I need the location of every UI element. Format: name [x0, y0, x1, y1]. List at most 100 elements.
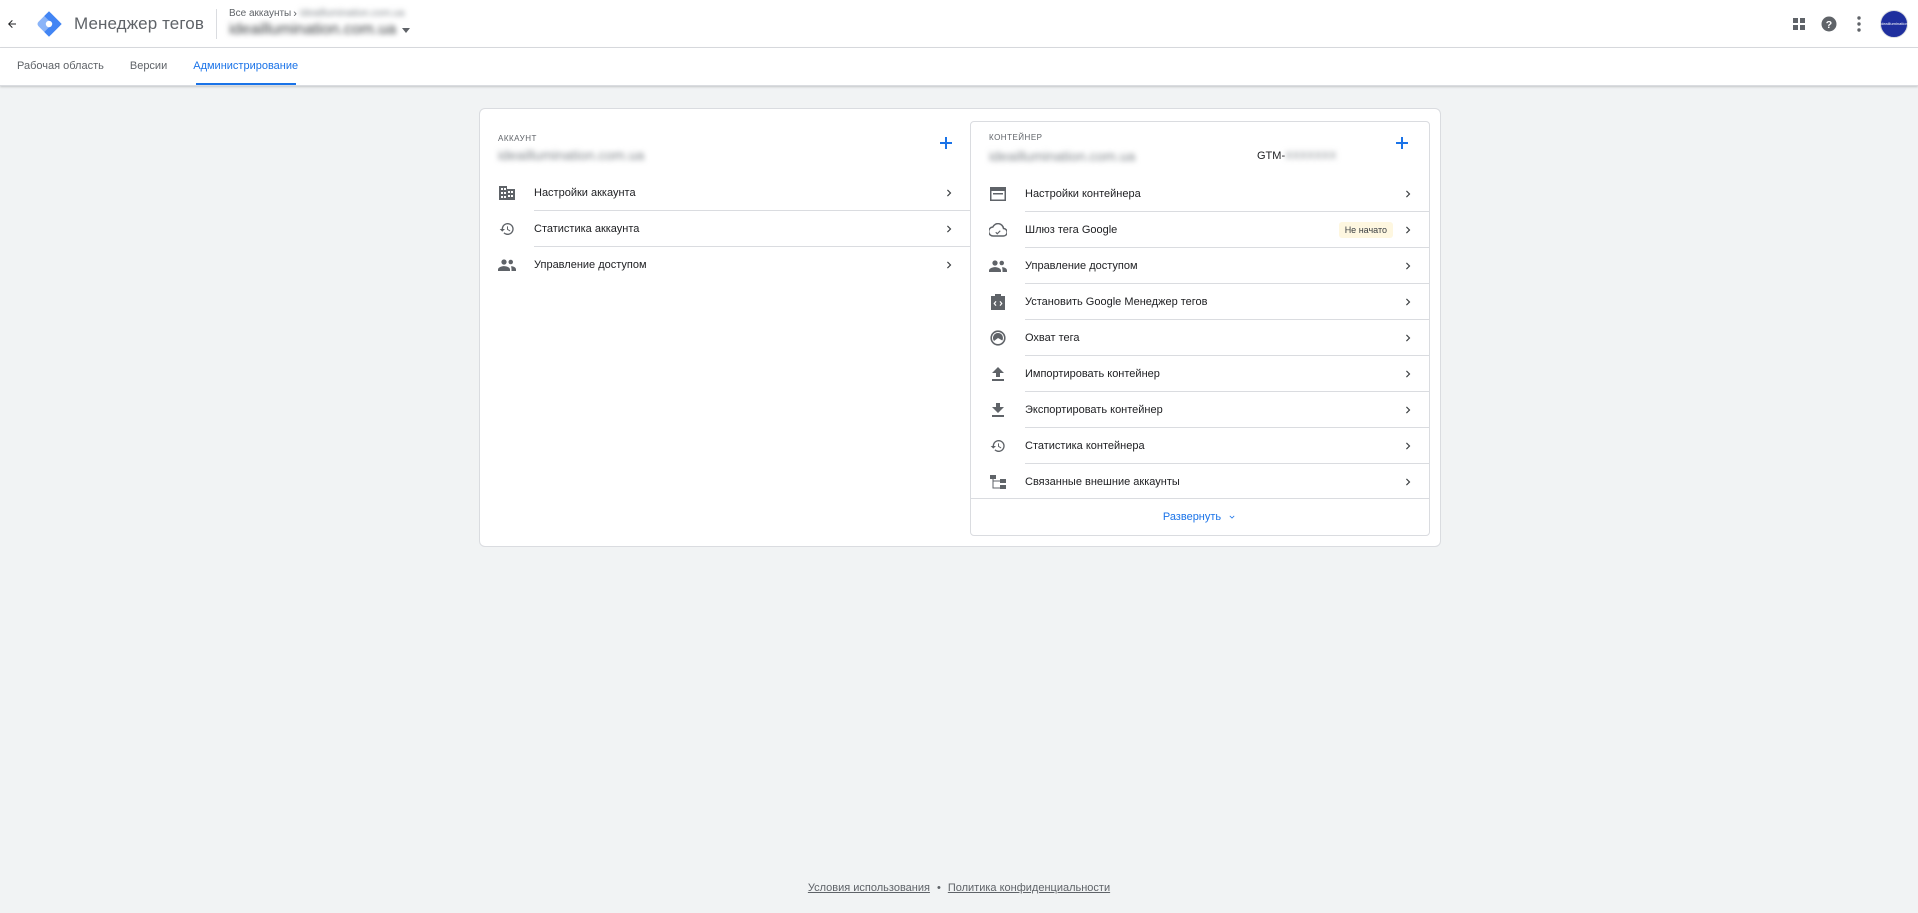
container-id: GTM- XXXXXXX [1257, 150, 1336, 162]
help-button[interactable]: ? [1814, 0, 1844, 48]
container-column-name: ideaillumination.com.ua [989, 148, 1136, 164]
tab-workspace[interactable]: Рабочая область [9, 47, 112, 85]
history-icon [989, 437, 1007, 455]
more-vert-icon [1857, 15, 1861, 32]
gtm-prefix: GTM- [1257, 150, 1286, 162]
row-label: Связанные внешние аккаунты [1025, 476, 1180, 488]
container-section-label: КОНТЕЙНЕР [989, 133, 1043, 142]
row-label: Настройки аккаунта [534, 187, 636, 199]
top-app-bar: Менеджер тегов Все аккаунты › ideaillumi… [0, 0, 1918, 48]
back-button[interactable] [0, 0, 24, 48]
more-options-button[interactable] [1844, 0, 1874, 48]
account-menu: Настройки аккаунта Статистика аккаунта У… [480, 175, 970, 283]
chevron-right-icon [1406, 298, 1411, 306]
google-tag-gateway-row[interactable]: Шлюз тега Google Не начато [971, 212, 1429, 248]
account-column: АККАУНТ ideaillumination.com.ua Настройк… [480, 109, 970, 546]
row-label: Экспортировать контейнер [1025, 404, 1163, 416]
account-settings-row[interactable]: Настройки аккаунта [480, 175, 970, 211]
row-label: Управление доступом [1025, 260, 1138, 272]
account-name: ideaillumination.com.ua [498, 147, 645, 163]
people-icon [989, 257, 1007, 275]
history-icon [498, 220, 516, 238]
dropdown-caret-icon [402, 27, 411, 33]
arrow-back-icon [8, 19, 16, 28]
container-menu: Настройки контейнера Шлюз тега Google Не… [971, 176, 1429, 500]
chevron-right-icon [1406, 190, 1411, 198]
add-container-button[interactable] [1392, 133, 1412, 153]
svg-text:?: ? [1826, 18, 1832, 30]
row-label: Управление доступом [534, 259, 647, 271]
gtm-id: XXXXXXX [1285, 150, 1337, 162]
row-label: Статистика аккаунта [534, 223, 640, 235]
container-name: ideaillumination.com.ua [228, 21, 397, 38]
container-column: КОНТЕЙНЕР ideaillumination.com.ua GTM- X… [970, 121, 1430, 536]
privacy-link[interactable]: Политика конфиденциальности [948, 882, 1110, 894]
row-label: Импортировать контейнер [1025, 368, 1160, 380]
breadcrumb-account-name: ideaillumination.com.ua [299, 8, 405, 19]
account-container-switcher[interactable]: Все аккаунты › ideaillumination.com.ua i… [228, 7, 411, 40]
building-icon [498, 184, 516, 202]
web-icon [989, 185, 1007, 203]
breadcrumb-all-accounts[interactable]: Все аккаунты [229, 8, 291, 19]
terms-link[interactable]: Условия использования [808, 882, 930, 894]
install-gtm-row[interactable]: Установить Google Менеджер тегов [971, 284, 1429, 320]
tree-icon [989, 473, 1007, 491]
container-header: КОНТЕЙНЕР ideaillumination.com.ua GTM- X… [971, 122, 1429, 172]
account-header: АККАУНТ ideaillumination.com.ua [480, 109, 970, 163]
chevron-right-icon [947, 225, 952, 233]
header-divider [215, 8, 217, 39]
chevron-right-icon [1406, 226, 1411, 234]
upload-icon [989, 365, 1007, 383]
add-account-button[interactable] [936, 133, 956, 153]
container-selector[interactable]: ideaillumination.com.ua [228, 20, 411, 40]
container-access-row[interactable]: Управление доступом [971, 248, 1429, 284]
row-label: Установить Google Менеджер тегов [1025, 296, 1208, 308]
tab-versions[interactable]: Версии [122, 47, 175, 85]
expand-button[interactable]: Развернуть [971, 498, 1429, 535]
chevron-right-icon [1406, 370, 1411, 378]
footer: Условия использования • Политика конфиде… [0, 882, 1918, 894]
chevron-right-icon: › [293, 7, 297, 20]
export-container-row[interactable]: Экспортировать контейнер [971, 392, 1429, 428]
expand-label: Развернуть [1162, 511, 1222, 523]
chevron-down-icon [1229, 515, 1235, 519]
account-section-label: АККАУНТ [498, 134, 537, 143]
product-name: Менеджер тегов [74, 13, 204, 33]
avatar-text: ideaillumination [1880, 21, 1908, 26]
plus-icon [1396, 137, 1408, 149]
account-activity-row[interactable]: Статистика аккаунта [480, 211, 970, 247]
linked-accounts-row[interactable]: Связанные внешние аккаунты [971, 464, 1429, 500]
container-settings-row[interactable]: Настройки контейнера [971, 176, 1429, 212]
tag-manager-logo [37, 10, 62, 37]
coverage-icon [989, 329, 1007, 347]
admin-card: АККАУНТ ideaillumination.com.ua Настройк… [479, 108, 1441, 547]
breadcrumb: Все аккаунты › ideaillumination.com.ua [229, 7, 410, 20]
chevron-right-icon [947, 189, 952, 197]
row-label: Статистика контейнера [1025, 440, 1145, 452]
chevron-right-icon [1406, 334, 1411, 342]
import-container-row[interactable]: Импортировать контейнер [971, 356, 1429, 392]
plus-icon [940, 137, 952, 149]
user-avatar[interactable]: ideaillumination [1880, 9, 1908, 38]
chevron-right-icon [1406, 262, 1411, 270]
row-label: Настройки контейнера [1025, 188, 1141, 200]
chevron-right-icon [947, 261, 952, 269]
status-badge: Не начато [1338, 222, 1393, 238]
top-actions: ? ideaillumination [1784, 0, 1918, 48]
container-activity-row[interactable]: Статистика контейнера [971, 428, 1429, 464]
apps-grid-icon [1793, 17, 1805, 30]
help-icon: ? [1821, 16, 1837, 31]
tab-admin[interactable]: Администрирование [185, 47, 306, 85]
tag-coverage-row[interactable]: Охват тега [971, 320, 1429, 356]
footer-separator: • [936, 882, 941, 894]
row-label: Шлюз тега Google [1025, 224, 1118, 236]
main-tabs: Рабочая область Версии Администрирование [0, 48, 1918, 86]
people-icon [498, 256, 516, 274]
cloud-icon [989, 221, 1007, 239]
download-icon [989, 401, 1007, 419]
row-label: Охват тега [1025, 332, 1080, 344]
account-access-row[interactable]: Управление доступом [480, 247, 970, 283]
chevron-right-icon [1406, 442, 1411, 450]
chevron-right-icon [1406, 406, 1411, 414]
apps-button[interactable] [1784, 0, 1814, 48]
